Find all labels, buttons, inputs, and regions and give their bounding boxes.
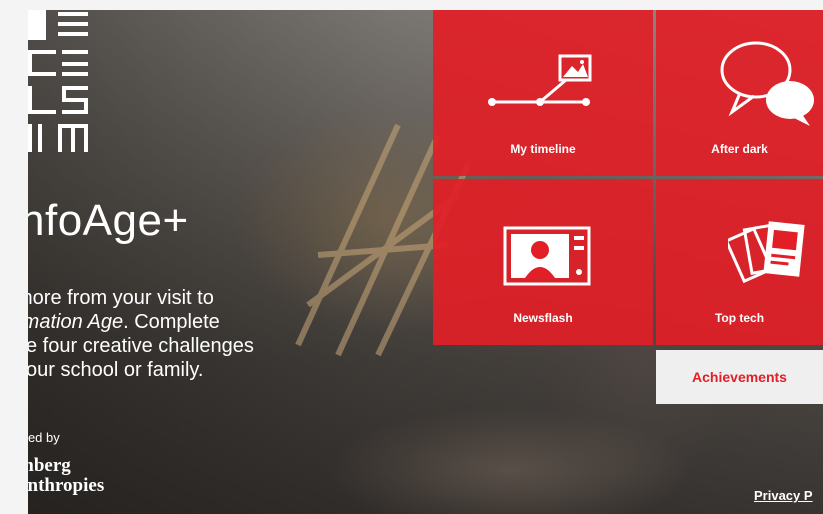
challenge-tiles: My timeline After dark Newsflash Top tec… xyxy=(433,10,823,346)
description-line-2: rmation Age. Complete xyxy=(28,310,336,334)
app-title: nfoAge+ xyxy=(28,196,189,245)
exhibition-name: rmation Age xyxy=(28,311,124,333)
sponsor-name-line-1: mberg xyxy=(28,455,71,476)
intro-description: more from your visit to rmation Age. Com… xyxy=(28,286,336,382)
description-line-1: more from your visit to xyxy=(28,287,214,309)
tile-label: Top tech xyxy=(714,311,765,325)
tile-label: After dark xyxy=(711,142,768,156)
tile-after-dark[interactable]: After dark xyxy=(656,10,823,176)
tile-top-tech[interactable]: Top tech xyxy=(656,179,823,345)
tile-my-timeline[interactable]: My timeline xyxy=(433,10,653,176)
description-line-2-suffix: . Complete xyxy=(123,311,220,333)
supported-by-label: rted by xyxy=(28,430,60,445)
achievements-button[interactable]: Achievements xyxy=(656,350,823,404)
app-stage: nfoAge+ more from your visit to rmation … xyxy=(28,10,823,514)
tv-icon xyxy=(503,226,591,286)
timeline-icon xyxy=(488,54,592,106)
cards-icon xyxy=(728,221,805,284)
description-line-4: your school or family. xyxy=(28,359,204,381)
speech-bubbles-icon xyxy=(720,41,814,126)
tile-label: My timeline xyxy=(510,142,576,156)
privacy-policy-link[interactable]: Privacy P xyxy=(754,488,813,503)
sponsor-logo: mberg anthropies xyxy=(28,456,104,496)
tile-label: Newsflash xyxy=(513,311,573,325)
museum-logo xyxy=(28,10,96,155)
tile-newsflash[interactable]: Newsflash xyxy=(433,179,653,345)
sponsor-name-line-2: anthropies xyxy=(28,475,105,496)
description-line-3: se four creative challenges xyxy=(28,335,254,357)
